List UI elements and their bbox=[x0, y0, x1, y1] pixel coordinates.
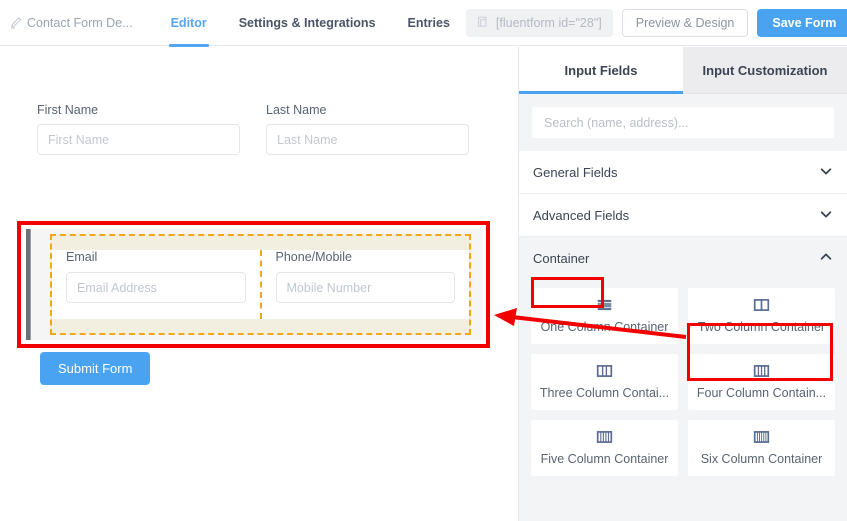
container-item-six-column-label: Six Column Container bbox=[701, 452, 823, 466]
shortcode-value: [fluentform id="28"] bbox=[496, 16, 602, 30]
container-dashed-area: Email Email Address Phone/Mobile Mobile … bbox=[50, 234, 471, 335]
tab-input-customization-label: Input Customization bbox=[703, 63, 828, 78]
container-item-three-column-label: Three Column Contai... bbox=[540, 386, 669, 400]
two-column-icon bbox=[753, 298, 770, 315]
top-bar: Contact Form De... Editor Settings & Int… bbox=[0, 0, 847, 46]
search-input[interactable]: Search (name, address)... bbox=[532, 107, 834, 138]
form-two-column-container[interactable]: Email Email Address Phone/Mobile Mobile … bbox=[26, 229, 482, 340]
top-bar-actions: [fluentform id="28"] Preview & Design Sa… bbox=[466, 9, 847, 37]
container-column-1[interactable]: Email Email Address bbox=[52, 250, 262, 319]
tab-editor-label: Editor bbox=[171, 16, 207, 30]
accordion-container-label: Container bbox=[533, 251, 589, 266]
five-column-icon bbox=[596, 430, 613, 447]
chevron-down-icon bbox=[819, 207, 833, 224]
search-wrapper: Search (name, address)... bbox=[519, 94, 847, 151]
tab-input-customization[interactable]: Input Customization bbox=[683, 47, 847, 94]
save-form-label: Save Form bbox=[772, 16, 836, 30]
field-first-name[interactable]: First Name First Name bbox=[37, 103, 240, 155]
accordion-general-fields[interactable]: General Fields bbox=[519, 151, 847, 194]
pencil-icon bbox=[10, 17, 22, 29]
first-name-placeholder: First Name bbox=[48, 133, 109, 147]
submit-form-button[interactable]: Submit Form bbox=[40, 352, 150, 385]
container-items-grid: One Column Container Two Column Containe… bbox=[519, 280, 847, 484]
three-column-icon bbox=[596, 364, 613, 381]
field-last-name-label: Last Name bbox=[266, 103, 469, 117]
name-fields-row: First Name First Name Last Name Last Nam… bbox=[37, 103, 477, 155]
chevron-down-icon bbox=[819, 164, 833, 181]
form-title[interactable]: Contact Form De... bbox=[10, 16, 133, 30]
save-form-button[interactable]: Save Form bbox=[757, 9, 847, 37]
chevron-up-icon bbox=[819, 250, 833, 267]
tab-input-fields-label: Input Fields bbox=[565, 63, 638, 78]
container-item-five-column-label: Five Column Container bbox=[541, 452, 669, 466]
preview-design-label: Preview & Design bbox=[636, 16, 735, 30]
preview-design-button[interactable]: Preview & Design bbox=[622, 9, 749, 37]
accordion-container[interactable]: Container bbox=[519, 237, 847, 280]
container-item-six-column[interactable]: Six Column Container bbox=[688, 420, 835, 476]
phone-input[interactable]: Mobile Number bbox=[276, 272, 456, 303]
six-column-icon bbox=[753, 430, 770, 447]
container-item-four-column-label: Four Column Contain... bbox=[697, 386, 826, 400]
container-item-one-column[interactable]: One Column Container bbox=[531, 288, 678, 344]
form-title-text: Contact Form De... bbox=[27, 16, 133, 30]
accordion-advanced-fields[interactable]: Advanced Fields bbox=[519, 194, 847, 237]
panel-tabs: Input Fields Input Customization bbox=[519, 47, 847, 94]
field-last-name[interactable]: Last Name Last Name bbox=[266, 103, 469, 155]
container-item-three-column[interactable]: Three Column Contai... bbox=[531, 354, 678, 410]
field-email-label: Email bbox=[66, 250, 246, 264]
tab-settings-integrations[interactable]: Settings & Integrations bbox=[223, 0, 392, 46]
search-placeholder: Search (name, address)... bbox=[544, 116, 689, 130]
container-item-five-column[interactable]: Five Column Container bbox=[531, 420, 678, 476]
container-item-one-column-label: One Column Container bbox=[541, 320, 669, 334]
email-input[interactable]: Email Address bbox=[66, 272, 246, 303]
copy-icon bbox=[477, 16, 490, 29]
one-column-icon bbox=[596, 298, 613, 315]
tab-editor[interactable]: Editor bbox=[155, 0, 223, 46]
right-panel: Input Fields Input Customization Search … bbox=[518, 47, 847, 521]
phone-placeholder: Mobile Number bbox=[287, 281, 372, 295]
container-item-two-column[interactable]: Two Column Container bbox=[688, 288, 835, 344]
field-phone-label: Phone/Mobile bbox=[276, 250, 456, 264]
last-name-placeholder: Last Name bbox=[277, 133, 337, 147]
container-column-2[interactable]: Phone/Mobile Mobile Number bbox=[262, 250, 470, 319]
submit-form-label: Submit Form bbox=[58, 361, 132, 376]
accordion-advanced-fields-label: Advanced Fields bbox=[533, 208, 629, 223]
tab-entries-label: Entries bbox=[408, 16, 450, 30]
last-name-input[interactable]: Last Name bbox=[266, 124, 469, 155]
tab-settings-integrations-label: Settings & Integrations bbox=[239, 16, 376, 30]
tab-input-fields[interactable]: Input Fields bbox=[519, 47, 683, 94]
accordion-general-fields-label: General Fields bbox=[533, 165, 618, 180]
field-first-name-label: First Name bbox=[37, 103, 240, 117]
field-accordion: General Fields Advanced Fields Container bbox=[519, 151, 847, 484]
first-name-input[interactable]: First Name bbox=[37, 124, 240, 155]
container-item-four-column[interactable]: Four Column Contain... bbox=[688, 354, 835, 410]
tab-entries[interactable]: Entries bbox=[392, 0, 466, 46]
shortcode-field[interactable]: [fluentform id="28"] bbox=[466, 9, 613, 37]
container-drag-handle[interactable] bbox=[26, 229, 31, 340]
container-item-two-column-label: Two Column Container bbox=[698, 320, 825, 334]
nav-tabs: Editor Settings & Integrations Entries bbox=[155, 0, 466, 46]
four-column-icon bbox=[753, 364, 770, 381]
email-placeholder: Email Address bbox=[77, 281, 157, 295]
